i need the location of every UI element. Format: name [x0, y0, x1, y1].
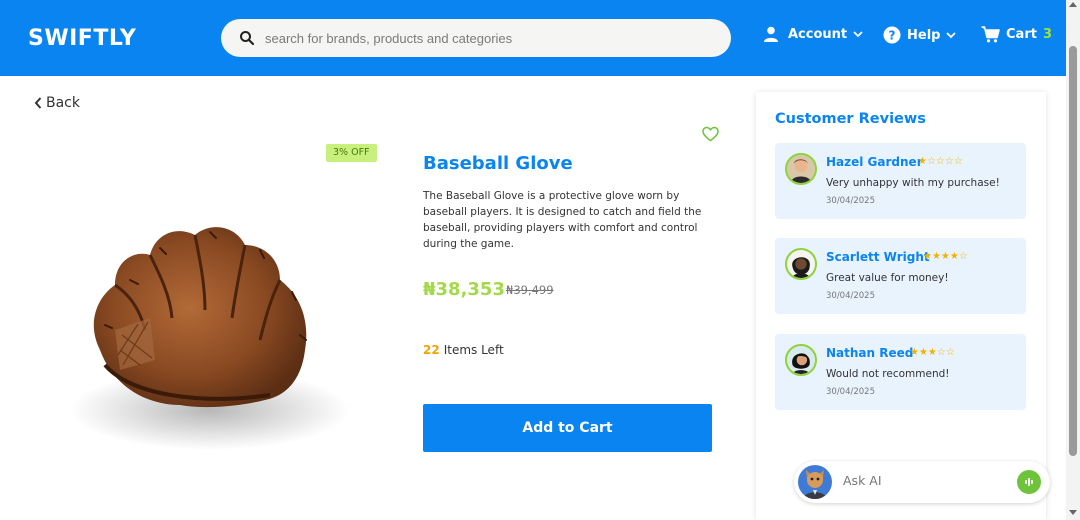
customer-reviews-panel: Customer Reviews Hazel Gardner ★☆☆☆☆ Ver…	[756, 92, 1046, 520]
account-menu[interactable]: Account	[763, 26, 863, 42]
audio-wave-icon	[1025, 478, 1033, 486]
review-card: Hazel Gardner ★☆☆☆☆ Very unhappy with my…	[775, 143, 1026, 219]
help-label: Help	[907, 27, 941, 43]
help-menu[interactable]: ? Help	[883, 26, 957, 44]
voice-button[interactable]	[1017, 470, 1041, 494]
search-bar[interactable]	[221, 19, 731, 57]
review-text: Very unhappy with my purchase!	[826, 177, 1000, 189]
top-header: SWIFTLY Account ? Help	[0, 0, 1080, 76]
scroll-down-arrow-icon[interactable]	[1069, 510, 1077, 515]
star-rating: ★☆☆☆☆	[918, 156, 963, 167]
back-link[interactable]: Back	[34, 95, 80, 111]
reviewer-avatar	[785, 248, 817, 280]
page-scrollbar[interactable]	[1066, 0, 1080, 520]
ai-assistant-avatar-icon	[798, 465, 832, 499]
chevron-down-icon	[853, 31, 863, 38]
user-icon	[764, 26, 778, 42]
cart-icon	[981, 26, 1000, 43]
reviewer-name: Scarlett Wright	[826, 250, 930, 264]
reviews-title: Customer Reviews	[775, 111, 926, 127]
product-old-price: ₦39,499	[506, 283, 554, 297]
search-icon	[240, 31, 255, 46]
product-title: Baseball Glove	[423, 153, 573, 174]
reviewer-name: Hazel Gardner	[826, 155, 923, 169]
product-description: The Baseball Glove is a protective glove…	[423, 190, 702, 250]
chevron-down-icon	[946, 32, 957, 39]
cart-label: Cart	[1006, 27, 1037, 42]
wishlist-heart-icon[interactable]	[702, 126, 719, 142]
help-icon: ?	[883, 26, 901, 44]
star-rating: ★★★★☆	[923, 251, 968, 262]
stock-indicator: 22 Items Left	[423, 343, 504, 357]
search-input[interactable]	[265, 30, 695, 46]
add-to-cart-button[interactable]: Add to Cart	[423, 404, 712, 452]
review-card: Scarlett Wright ★★★★☆ Great value for mo…	[775, 238, 1026, 314]
review-text: Would not recommend!	[826, 368, 950, 380]
svg-text:?: ?	[889, 29, 896, 43]
logo[interactable]: SWIFTLY	[28, 26, 136, 51]
back-label: Back	[46, 95, 80, 111]
review-text: Great value for money!	[826, 272, 949, 284]
stock-count: 22	[423, 343, 440, 357]
baseball-glove-image	[70, 227, 350, 450]
discount-badge: 3% OFF	[326, 144, 377, 162]
review-card: Nathan Reed ★★★☆☆ Would not recommend! 3…	[775, 334, 1026, 410]
ask-ai-bar[interactable]	[794, 461, 1050, 503]
chevron-left-icon	[34, 97, 42, 109]
reviewer-avatar	[785, 344, 817, 376]
cart-count-badge: 3	[1042, 27, 1052, 42]
reviewer-avatar	[785, 153, 817, 185]
review-date: 30/04/2025	[826, 196, 875, 206]
star-rating: ★★★☆☆	[910, 347, 955, 358]
product-price: ₦38,353	[423, 279, 505, 300]
stock-label: Items Left	[443, 343, 504, 357]
scroll-up-arrow-icon[interactable]	[1069, 2, 1077, 7]
account-label: Account	[788, 26, 848, 42]
review-date: 30/04/2025	[826, 387, 875, 397]
review-date: 30/04/2025	[826, 291, 875, 301]
cart-button[interactable]: Cart 3	[981, 26, 1052, 43]
scrollbar-thumb[interactable]	[1069, 46, 1077, 456]
reviewer-name: Nathan Reed	[826, 346, 914, 360]
ask-ai-input[interactable]	[843, 473, 1003, 488]
